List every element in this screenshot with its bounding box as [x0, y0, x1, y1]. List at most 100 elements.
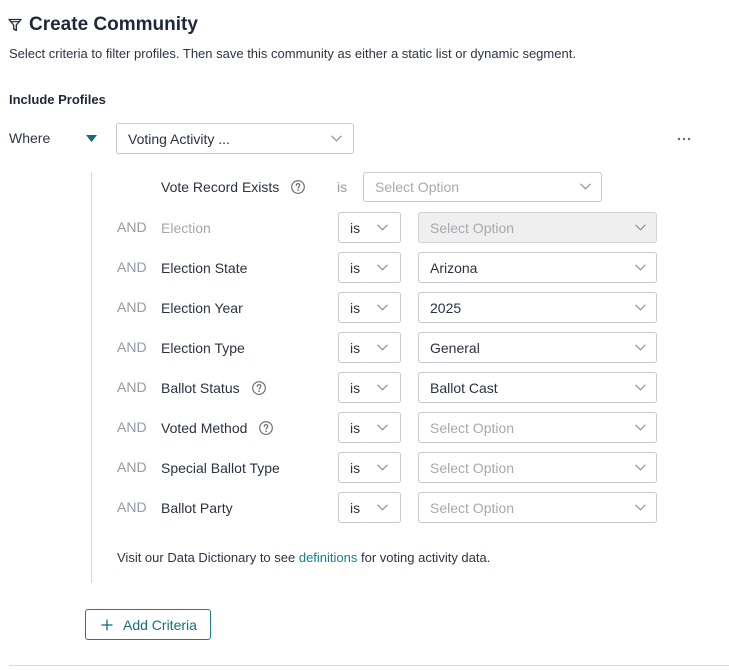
chevron-down-icon: [377, 463, 388, 471]
value-select[interactable]: Arizona: [418, 252, 657, 283]
operator-select[interactable]: is: [338, 212, 401, 243]
chevron-down-icon: [377, 423, 388, 431]
chevron-down-icon: [635, 223, 646, 231]
operator-select[interactable]: is: [338, 412, 401, 443]
criteria-field-label: Voted Method: [161, 412, 274, 443]
data-source-select-value: Voting Activity ...: [128, 130, 230, 147]
funnel-icon: [8, 18, 22, 32]
help-icon[interactable]: [251, 380, 266, 395]
value-select-placeholder: Select Option: [430, 459, 515, 476]
operator-select-value: is: [350, 459, 361, 476]
criteria-field-name: Election: [161, 219, 211, 236]
data-dictionary-note: Visit our Data Dictionary to see definit…: [117, 549, 490, 567]
criteria-field-name: Ballot Status: [161, 379, 240, 396]
and-conjunction-label: AND: [117, 499, 147, 515]
value-select-value: 2025: [430, 299, 462, 316]
plus-icon: [101, 619, 113, 631]
operator-select-value: is: [350, 419, 361, 436]
chevron-down-icon: [635, 423, 646, 431]
and-conjunction-label: AND: [117, 379, 147, 395]
and-conjunction-label: AND: [117, 339, 147, 355]
criteria-field-name: Election State: [161, 259, 248, 276]
chevron-down-icon: [331, 134, 342, 142]
criteria-field-label: Special Ballot Type: [161, 452, 280, 483]
note-prefix: Visit our Data Dictionary to see: [117, 550, 299, 565]
operator-select[interactable]: is: [338, 452, 401, 483]
criteria-field-name: Voted Method: [161, 419, 248, 436]
value-select[interactable]: Select Option: [418, 452, 657, 483]
chevron-down-icon: [377, 263, 388, 271]
chevron-down-icon: [377, 383, 388, 391]
criteria-row-election-state: AND Election State is Arizona: [0, 252, 729, 283]
help-icon[interactable]: [291, 180, 306, 194]
help-icon[interactable]: [259, 420, 274, 435]
data-source-select[interactable]: Voting Activity ...: [116, 123, 354, 154]
and-conjunction-label: AND: [117, 419, 147, 435]
criteria-field-label: Vote Record Exists: [161, 172, 306, 202]
criteria-row-ballot-status: AND Ballot Status is Ballot Cast: [0, 372, 729, 403]
criteria-field-label: Ballot Status: [161, 372, 266, 403]
section-divider: [9, 665, 729, 666]
operator-select-value: is: [350, 339, 361, 356]
chevron-down-icon: [580, 183, 591, 190]
chevron-down-icon: [635, 383, 646, 391]
note-suffix: for voting activity data.: [357, 550, 491, 565]
and-conjunction-label: AND: [117, 259, 147, 275]
operator-select[interactable]: is: [338, 492, 401, 523]
operator-select[interactable]: is: [338, 332, 401, 363]
add-criteria-button[interactable]: Add Criteria: [85, 609, 211, 640]
chevron-down-icon: [635, 503, 646, 511]
criteria-field-label: Ballot Party: [161, 492, 233, 523]
criteria-row-ballot-party: AND Ballot Party is Select Option: [0, 492, 729, 523]
chevron-down-icon: [377, 303, 388, 311]
criteria-field-name: Election Year: [161, 299, 243, 316]
definitions-link[interactable]: definitions: [299, 550, 358, 565]
criteria-row-election-year: AND Election Year is 2025: [0, 292, 729, 323]
criteria-row-voted-method: AND Voted Method is Select Option: [0, 412, 729, 443]
and-conjunction-label: AND: [117, 219, 147, 235]
page-title: Create Community: [29, 14, 198, 35]
value-select[interactable]: Select Option: [363, 172, 602, 202]
criteria-field-label: Election Year: [161, 292, 243, 323]
chevron-down-icon: [635, 343, 646, 351]
criteria-field-name: Vote Record Exists: [161, 179, 280, 195]
chevron-down-icon: [377, 503, 388, 511]
criteria-row-vote-record-exists: Vote Record Exists is Select Option: [0, 172, 729, 202]
value-select-placeholder: Select Option: [375, 179, 460, 195]
operator-select-value: is: [350, 259, 361, 276]
chevron-down-icon: [635, 463, 646, 471]
add-criteria-label: Add Criteria: [123, 616, 197, 633]
chevron-down-icon: [377, 343, 388, 351]
criteria-field-name: Special Ballot Type: [161, 459, 280, 476]
value-select: Select Option: [418, 212, 657, 243]
criteria-row-election: AND Election is Select Option: [0, 212, 729, 243]
operator-select[interactable]: is: [338, 372, 401, 403]
where-label: Where: [9, 130, 51, 146]
value-select[interactable]: Select Option: [418, 492, 657, 523]
operator-label: is: [337, 179, 348, 195]
value-select[interactable]: General: [418, 332, 657, 363]
operator-select-value: is: [350, 299, 361, 316]
operator-select-value: is: [350, 379, 361, 396]
chevron-down-icon: [635, 303, 646, 311]
caret-down-icon[interactable]: [86, 135, 97, 142]
operator-select-value: is: [350, 499, 361, 516]
more-options-icon[interactable]: [677, 137, 691, 141]
value-select-placeholder: Select Option: [430, 419, 515, 436]
include-profiles-heading: Include Profiles: [9, 92, 106, 107]
criteria-row-election-type: AND Election Type is General: [0, 332, 729, 363]
value-select-value: General: [430, 339, 480, 356]
criteria-field-label: Election State: [161, 252, 247, 283]
chevron-down-icon: [377, 223, 388, 231]
and-conjunction-label: AND: [117, 459, 147, 475]
value-select-placeholder: Select Option: [430, 219, 515, 236]
criteria-field-label: Election: [161, 212, 211, 243]
criteria-field-name: Ballot Party: [161, 499, 233, 516]
operator-select[interactable]: is: [338, 292, 401, 323]
operator-select[interactable]: is: [338, 252, 401, 283]
value-select[interactable]: 2025: [418, 292, 657, 323]
value-select[interactable]: Ballot Cast: [418, 372, 657, 403]
value-select[interactable]: Select Option: [418, 412, 657, 443]
page-description: Select criteria to filter profiles. Then…: [9, 46, 576, 61]
criteria-field-label: Election Type: [161, 332, 245, 363]
